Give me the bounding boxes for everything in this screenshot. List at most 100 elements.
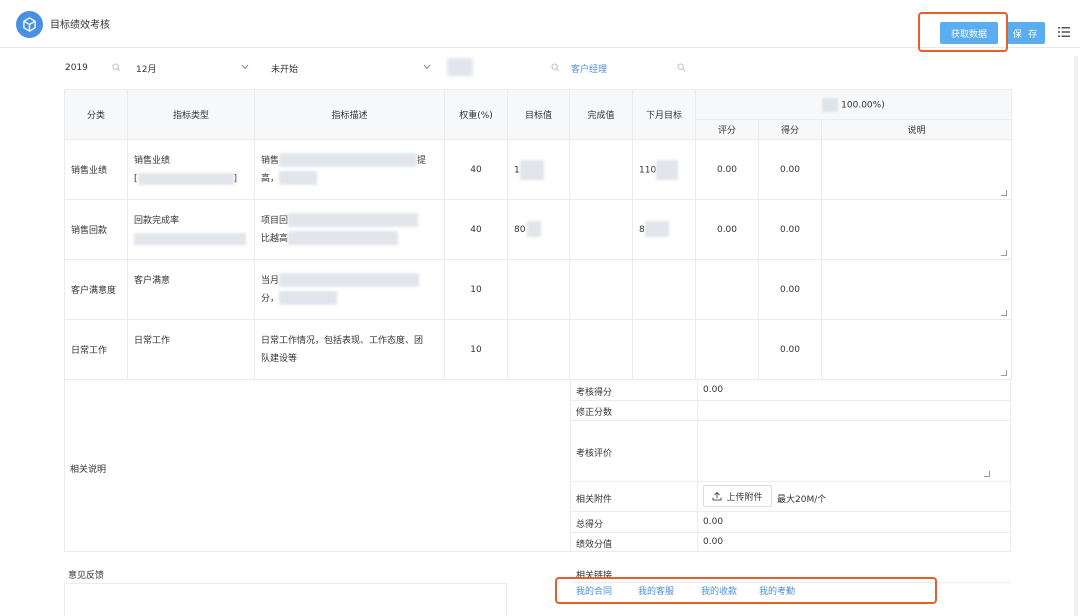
performance-table: 分类 指标类型 指标描述 权重(%) 目标值 完成值 下月目标 100.00%)… — [64, 89, 1012, 380]
row-note-textarea[interactable] — [822, 320, 1012, 380]
row-indicator-type: 回款完成率 — [128, 200, 255, 260]
perf-score-value: 0.00 — [703, 537, 723, 547]
redacted-desc-2 — [279, 171, 317, 185]
adjust-score-input[interactable] — [698, 401, 1010, 420]
row-weight: 40 — [445, 200, 508, 260]
redacted-type — [134, 233, 246, 245]
status-select[interactable]: 未开始 — [271, 60, 298, 76]
row-actual[interactable] — [570, 260, 633, 320]
role-select[interactable]: 客户经理 — [571, 60, 607, 76]
col-header-weight: 权重(%) — [445, 90, 508, 140]
month-chevron-down-icon — [241, 64, 249, 70]
row-next-target[interactable]: 110 — [633, 140, 696, 200]
table-row: 客户满意度 客户满意 当月 分， 10 0.00 — [65, 260, 1012, 320]
month-value: 12月 — [136, 62, 156, 75]
row-rating[interactable]: 0.00 — [696, 200, 759, 260]
resize-handle-icon[interactable] — [1001, 310, 1007, 316]
row-indicator-type: 客户满意 — [128, 260, 255, 320]
redacted-desc-2 — [288, 231, 398, 245]
row-rating[interactable] — [696, 260, 759, 320]
total-score-label: 总得分 — [576, 517, 603, 530]
adjust-score-label: 修正分数 — [576, 405, 612, 418]
redacted-desc — [288, 213, 418, 227]
table-row: 销售业绩 销售业绩 [] 销售提 高， 40 1 110 0.00 0.00 — [65, 140, 1012, 200]
type-line: 回款完成率 — [134, 212, 254, 230]
upload-attachment-button[interactable]: 上传附件 — [703, 485, 772, 507]
row-weight: 10 — [445, 320, 508, 380]
row-note-textarea[interactable] — [822, 260, 1012, 320]
row-indicator-desc: 销售提 高， — [255, 140, 445, 200]
assessment-score-label: 考核得分 — [576, 385, 612, 398]
resize-handle-icon[interactable] — [1001, 370, 1007, 376]
row-next-target[interactable] — [633, 320, 696, 380]
app-logo-icon — [16, 11, 43, 38]
row-note-textarea[interactable] — [822, 140, 1012, 200]
resize-handle-icon[interactable] — [1001, 190, 1007, 196]
assessment-score-value: 0.00 — [703, 385, 723, 395]
row-weight: 10 — [445, 260, 508, 320]
role-value: 客户经理 — [571, 62, 607, 75]
row-category: 客户满意度 — [65, 260, 128, 320]
row-rating[interactable] — [696, 320, 759, 380]
redacted-target — [520, 160, 544, 180]
feedback-label: 意见反馈 — [68, 568, 104, 581]
desc-line: 项目回 — [261, 216, 288, 226]
col-header-score: 得分 — [759, 120, 822, 140]
year-select[interactable]: 2019 — [65, 60, 88, 76]
assessment-comment-textarea[interactable] — [698, 421, 1010, 481]
extra-search-icon[interactable] — [677, 63, 686, 72]
month-select[interactable]: 12月 — [136, 60, 156, 76]
col-header-next-target: 下月目标 — [633, 90, 696, 140]
row-target — [508, 260, 570, 320]
table-row: 日常工作 日常工作 日常工作情况，包括表现、工作态度、团 队建设等 10 0.0… — [65, 320, 1012, 380]
row-actual[interactable] — [570, 320, 633, 380]
list-menu-icon[interactable] — [1058, 26, 1070, 38]
table-row: 销售回款 回款完成率 项目回 比越高 40 80 8 0.00 0.00 — [65, 200, 1012, 260]
desc-line-2: 高， — [261, 174, 279, 184]
row-indicator-type: 日常工作 — [128, 320, 255, 380]
redacted-next-target — [656, 160, 678, 180]
feedback-textarea[interactable] — [64, 583, 507, 616]
row-target: 80 — [508, 200, 570, 260]
redacted-filter — [447, 58, 473, 76]
resize-handle-icon[interactable] — [984, 471, 990, 477]
resize-handle-icon[interactable] — [1001, 250, 1007, 256]
year-search-icon — [112, 63, 121, 72]
row-score: 0.00 — [759, 320, 822, 380]
upload-limit: 最大20M/个 — [777, 492, 826, 505]
type-line: 客户满意 — [134, 272, 254, 290]
row-target: 1 — [508, 140, 570, 200]
col-header-target: 目标值 — [508, 90, 570, 140]
col-header-indicator-desc: 指标描述 — [255, 90, 445, 140]
perf-score-label: 绩效分值 — [576, 537, 612, 550]
row-actual[interactable] — [570, 200, 633, 260]
save-button[interactable]: 保 存 — [1007, 22, 1045, 44]
status-chevron-down-icon — [423, 64, 431, 70]
col-header-indicator-type: 指标类型 — [128, 90, 255, 140]
app-title: 目标绩效考核 — [50, 16, 110, 31]
desc-line-2: 队建设等 — [261, 350, 444, 368]
row-indicator-desc: 项目回 比越高 — [255, 200, 445, 260]
redacted-next-target — [645, 221, 669, 237]
redacted-desc — [279, 153, 417, 167]
redacted-type — [138, 173, 234, 185]
next-target-value: 110 — [639, 165, 656, 175]
row-indicator-type: 销售业绩 [] — [128, 140, 255, 200]
scrollbar-track[interactable] — [1074, 56, 1078, 616]
row-score: 0.00 — [759, 200, 822, 260]
related-notes-label: 相关说明 — [70, 462, 106, 475]
row-actual[interactable] — [570, 140, 633, 200]
row-rating[interactable]: 0.00 — [696, 140, 759, 200]
attachment-label: 相关附件 — [576, 492, 612, 505]
desc-line-end: 提 — [417, 156, 426, 166]
status-value: 未开始 — [271, 62, 298, 75]
type-line-suffix: ] — [234, 174, 238, 184]
row-divider — [570, 481, 1011, 482]
row-divider — [570, 532, 1011, 533]
row-next-target[interactable]: 8 — [633, 200, 696, 260]
row-category: 销售回款 — [65, 200, 128, 260]
row-note-textarea[interactable] — [822, 200, 1012, 260]
row-next-target[interactable] — [633, 260, 696, 320]
redacted-desc — [279, 273, 419, 287]
upload-label: 上传附件 — [726, 490, 762, 503]
